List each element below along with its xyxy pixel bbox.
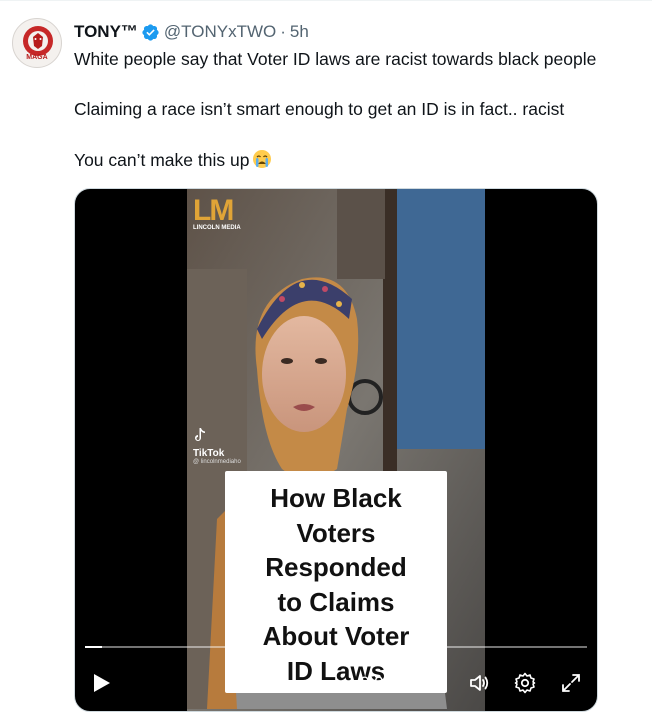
tiktok-handle: @ lincolnmediaho: [193, 459, 241, 465]
fullscreen-button[interactable]: [559, 671, 583, 695]
video-time-display: 0:03 / 1:29: [360, 673, 441, 692]
video-progress-bar[interactable]: [85, 646, 587, 648]
tweet-text-line: White people say that Voter ID laws are …: [74, 49, 597, 69]
play-button[interactable]: [89, 671, 113, 695]
tiktok-label: TikTok: [193, 448, 225, 459]
user-handle[interactable]: @TONYxTWO: [164, 22, 276, 42]
separator-dot: ·: [280, 22, 286, 41]
tweet-text-line-3: You can’t make this up: [74, 149, 272, 171]
settings-button[interactable]: [513, 671, 537, 695]
caption-line: How Black: [270, 483, 402, 513]
verified-badge-icon[interactable]: [141, 23, 160, 42]
tweet-text-line: Claiming a race isn’t smart enough to ge…: [74, 99, 565, 119]
tweet[interactable]: MAGA TONY™ @TONYxTWO · 5h White people s…: [0, 0, 652, 720]
tiktok-icon: [195, 428, 205, 441]
video-progress-fill: [85, 646, 103, 648]
logo-mark: LM: [193, 194, 234, 227]
display-name[interactable]: TONY™: [74, 22, 138, 42]
crying-face-emoji-icon: [252, 149, 272, 169]
tiktok-watermark: TikTok @ lincolnmediaho: [193, 427, 241, 465]
settings-gear-icon: [514, 672, 536, 694]
caption-line: to Claims: [277, 586, 395, 617]
logo-subtitle: LINCOLN MEDIA: [193, 225, 241, 231]
timestamp[interactable]: 5h: [290, 22, 309, 42]
caption-line: Responded: [265, 552, 407, 582]
user-avatar[interactable]: MAGA: [12, 18, 62, 68]
fullscreen-icon: [562, 674, 580, 692]
avatar-label: MAGA: [26, 54, 48, 61]
lincoln-media-logo: LM LINCOLN MEDIA: [193, 194, 241, 232]
volume-button[interactable]: [468, 671, 492, 695]
top-divider: [0, 0, 652, 1]
video-caption-box: How Black Voters Responded to Claims Abo…: [225, 471, 447, 693]
tweet-header: TONY™ @TONYxTWO · 5h: [74, 22, 309, 42]
caption-line: Voters: [296, 517, 376, 548]
caption-line: About Voter: [262, 621, 410, 651]
volume-icon: [470, 675, 489, 691]
play-icon: [94, 674, 110, 692]
video-player[interactable]: LM LINCOLN MEDIA TikTok @ lincolnmediaho…: [74, 188, 598, 712]
tweet-text: You can’t make this up: [74, 150, 250, 170]
